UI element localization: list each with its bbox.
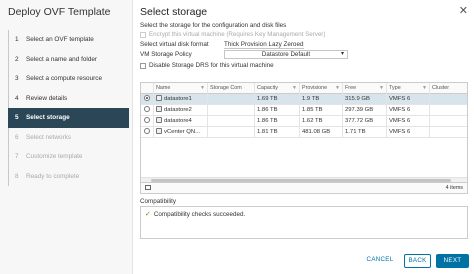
step-select-networks: 6 Select networks: [8, 127, 129, 147]
column-header-free[interactable]: Free ▼: [343, 83, 387, 94]
select-column-header: [141, 83, 154, 94]
row-radio[interactable]: [144, 94, 150, 101]
storage-policy-value: Datastore Default: [261, 51, 311, 58]
row-radio[interactable]: [144, 116, 150, 123]
disable-drs-label: Disable Storage DRS for this virtual mac…: [149, 62, 274, 69]
step-review-details[interactable]: 4 Review details: [8, 88, 129, 108]
table-row[interactable]: vCenter QN... 1.81 TB 481.08 GB 1.71 TB …: [141, 127, 467, 138]
datastore-icon: [156, 116, 162, 123]
page-title: Select storage: [140, 6, 208, 18]
close-icon[interactable]: ✕: [459, 4, 468, 17]
disable-drs-checkbox[interactable]: [140, 62, 146, 69]
datastore-grid: Name ▼ Storage Com Capacity ▼ Provisione ▼ …: [140, 82, 468, 194]
encrypt-vm-option: Encrypt this virtual machine (Requires K…: [140, 31, 325, 38]
column-header-storage-compatibility[interactable]: Storage Com: [208, 83, 255, 94]
step-select-storage[interactable]: 5 Select storage: [8, 108, 129, 128]
grid-header: Name ▼ Storage Com Capacity ▼ Provisione ▼ …: [141, 83, 467, 94]
main-panel: Select storage ✕ Select the storage for …: [133, 0, 474, 274]
item-count: 4 items: [445, 185, 463, 191]
back-button[interactable]: BACK: [404, 254, 431, 268]
wizard-title: Deploy OVF Template: [8, 6, 111, 18]
datastore-icon: [156, 105, 162, 112]
filter-icon[interactable]: ▼: [200, 83, 205, 94]
grid-footer: 4 items: [141, 182, 467, 193]
row-radio[interactable]: [144, 127, 150, 134]
step-select-name-folder[interactable]: 2 Select a name and folder: [8, 49, 129, 69]
chevron-down-icon: ▾: [340, 51, 344, 57]
page-description: Select the storage for the configuration…: [140, 22, 287, 29]
column-header-capacity[interactable]: Capacity ▼: [255, 83, 300, 94]
filter-icon[interactable]: ▼: [422, 83, 427, 94]
filter-icon[interactable]: ▼: [292, 83, 297, 94]
wizard-sidebar: Deploy OVF Template 1 Select an OVF templ…: [0, 0, 133, 274]
row-radio[interactable]: [144, 105, 150, 112]
next-button[interactable]: NEXT: [436, 254, 469, 268]
compatibility-message: ✓ Compatibility checks succeeded.: [145, 210, 246, 219]
compatibility-box: ✓ Compatibility checks succeeded.: [140, 206, 468, 239]
compatibility-label: Compatibility: [140, 198, 177, 205]
disable-drs-option[interactable]: Disable Storage DRS for this virtual mac…: [140, 62, 274, 69]
cancel-button[interactable]: CANCEL: [365, 254, 395, 268]
disk-format-label: Select virtual disk format: [140, 41, 209, 48]
encrypt-label: Encrypt this virtual machine (Requires K…: [149, 31, 326, 38]
table-row[interactable]: datastore1 1.69 TB 1.9 TB 315.9 GB VMFS …: [141, 94, 467, 105]
datastore-icon: [156, 94, 162, 101]
encrypt-checkbox: [140, 31, 146, 38]
table-row[interactable]: datastore4 1.86 TB 1.62 TB 377.72 GB VMF…: [141, 116, 467, 127]
table-row[interactable]: datastore2 1.86 TB 1.85 TB 297.39 GB VMF…: [141, 105, 467, 116]
step-select-compute-resource[interactable]: 3 Select a compute resource: [8, 69, 129, 89]
column-toggle-icon[interactable]: [145, 185, 151, 190]
check-icon: ✓: [145, 211, 151, 218]
datastore-icon: [156, 127, 162, 134]
step-ready-to-complete: 8 Ready to complete: [8, 166, 129, 186]
step-select-ovf-template[interactable]: 1 Select an OVF template: [8, 30, 129, 50]
step-customize-template: 7 Customize template: [8, 147, 129, 167]
column-header-cluster[interactable]: Cluster: [430, 83, 467, 94]
column-header-type[interactable]: Type ▼: [387, 83, 430, 94]
filter-icon[interactable]: ▼: [379, 83, 384, 94]
disk-format-select[interactable]: Thick Provision Lazy Zeroed: [224, 41, 304, 49]
storage-policy-label: VM Storage Policy: [140, 51, 192, 58]
filter-icon[interactable]: ▼: [335, 83, 340, 94]
column-header-provisioned[interactable]: Provisione ▼: [300, 83, 343, 94]
column-header-name[interactable]: Name ▼: [154, 83, 208, 94]
wizard-steps: 1 Select an OVF template 2 Select a name a…: [8, 30, 129, 186]
storage-policy-select[interactable]: Datastore Default ▾: [224, 50, 348, 59]
